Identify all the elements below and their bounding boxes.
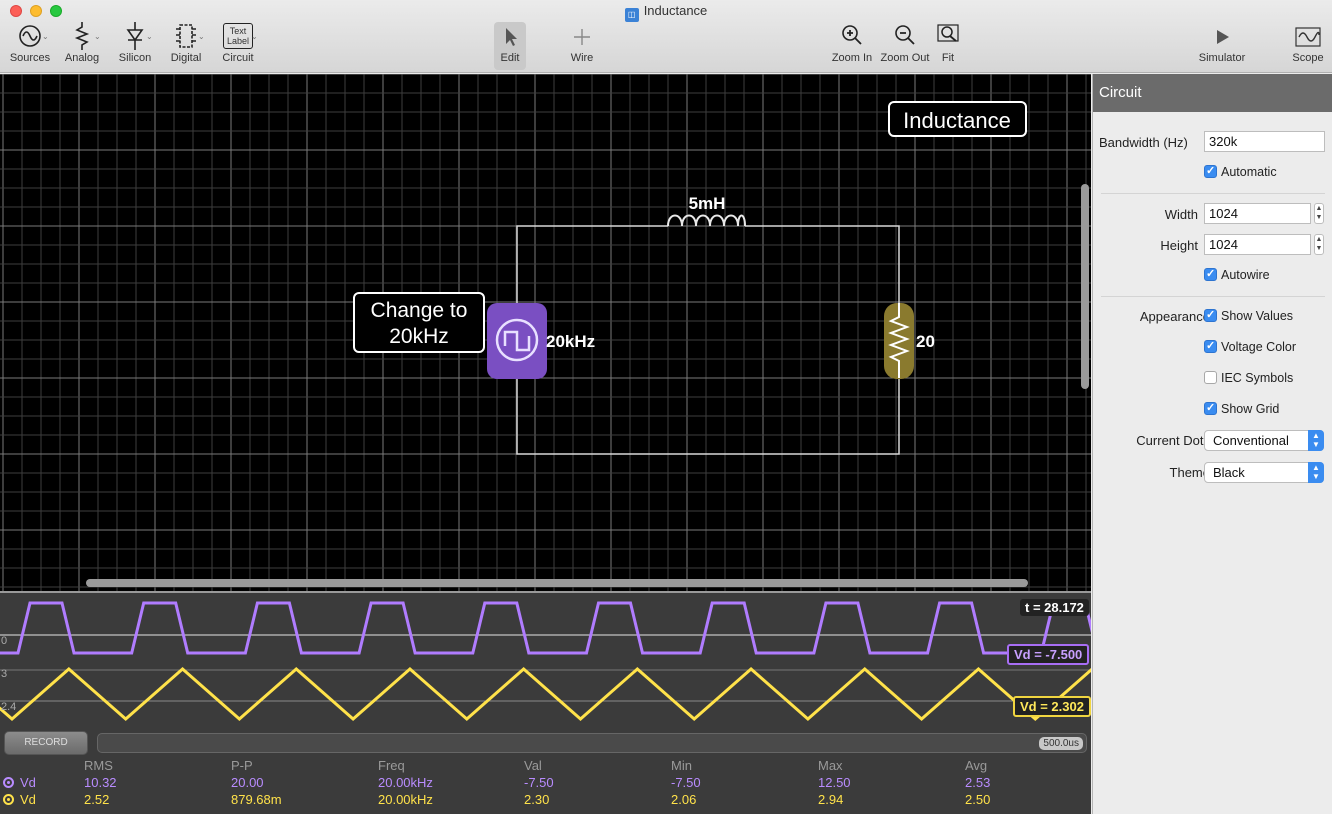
height-stepper[interactable]: ▲ ▼ [1314,234,1324,255]
note-label-line2: 20kHz [389,325,449,348]
scope-wave-icon [1295,27,1321,47]
show-values-checkbox[interactable]: Show Values [1204,308,1293,323]
checkbox-checked-icon [1204,401,1217,415]
iec-symbols-checkbox[interactable]: IEC Symbols [1204,371,1293,385]
theme-select[interactable]: Black ▲ ▼ [1204,462,1324,483]
width-stepper[interactable]: ▲ ▼ [1314,203,1324,224]
separator [1101,193,1325,194]
note-label-line1: Change to [371,299,468,322]
text-label-icon: Text Label [223,23,253,49]
edit-tool-button[interactable]: Edit [494,22,526,70]
current-dots-label: Current Dots [1136,433,1210,448]
separator [1101,296,1325,297]
vertical-scrollbar[interactable] [1081,184,1089,389]
simulator-button[interactable]: Simulator [1196,22,1248,70]
current-dots-select[interactable]: Conventional ▲ ▼ [1204,430,1324,451]
title-label: Inductance [903,108,1011,133]
digital-button[interactable]: Digital ⌄ [166,22,206,70]
scope-button[interactable]: Scope [1290,22,1326,70]
width-field[interactable]: 1024 [1204,203,1311,224]
voltage-color-checkbox[interactable]: Voltage Color [1204,339,1296,354]
axis-label-three: 3 [1,668,8,680]
circuit-button[interactable]: Text Label Circuit ⌄ [216,22,260,70]
timeline-scrubber[interactable]: 500.0us [97,733,1087,753]
zoom-in-button[interactable]: Zoom In [830,22,874,70]
checkbox-unchecked-icon [1204,371,1217,384]
document-icon: ◫ [624,8,639,22]
bandwidth-label: Bandwidth (Hz) [1099,135,1188,150]
scope-panel: 0 3 2.4 t = 28.172 Vd = -7.500 Vd = 2.30… [0,591,1091,814]
zoom-out-icon [895,25,915,45]
timescale-chip[interactable]: 500.0us [1039,737,1083,750]
zoom-in-icon [842,25,862,45]
time-badge: t = 28.172 [1020,599,1089,616]
toolbar: ◫ Inductance Sources ⌄ Analog ⌄ Silicon ⌄… [0,0,1332,73]
measurement-row-trace1[interactable]: Vd 10.32 20.00 20.00kHz -7.50 -7.50 12.5… [0,775,1091,792]
theme-label: Theme [1169,465,1210,480]
appearance-label: Appearance [1139,309,1210,324]
bandwidth-field[interactable]: 320k [1204,131,1325,152]
chevron-down-icon: ⌄ [94,32,101,41]
height-label: Height [1160,238,1198,253]
wire-tool-button[interactable]: Wire [566,22,598,70]
chevron-down-icon: ⌄ [42,32,49,41]
fit-button[interactable]: Fit [934,22,962,70]
select-arrows-icon: ▲ ▼ [1308,462,1324,483]
trace2-radio-icon[interactable] [3,794,14,805]
play-icon [1217,30,1229,44]
width-label: Width [1164,207,1198,222]
circuit-drawing: 5mH 20kHz 20 Inductance Change to 20kHz [0,74,1091,591]
chevron-down-icon: ⌄ [198,32,205,41]
select-arrows-icon: ▲ ▼ [1308,430,1324,451]
checkbox-checked-icon [1204,267,1217,281]
sources-button[interactable]: Sources ⌄ [8,22,52,70]
automatic-checkbox[interactable]: Automatic [1204,164,1277,179]
checkbox-checked-icon [1204,308,1217,322]
axis-label-two-four: 2.4 [1,701,17,713]
inspector-header: Circuit [1093,74,1332,112]
sine-source-icon [19,25,41,47]
trace1-waveform [0,601,1091,655]
inductor-value: 5mH [689,194,726,213]
record-button[interactable]: RECORD [4,731,88,755]
fit-magnifier-icon [937,24,959,42]
crosshair-icon [574,29,590,45]
scope-traces [0,601,1091,721]
zoom-out-button[interactable]: Zoom Out [878,22,932,70]
height-field[interactable]: 1024 [1204,234,1311,255]
chip-icon [176,24,196,48]
resistor-icon [74,22,90,50]
inspector-panel: Circuit Bandwidth (Hz) 320k Automatic Wi… [1092,74,1332,814]
autowire-checkbox[interactable]: Autowire [1204,267,1270,282]
app-window: ◫ Inductance Sources ⌄ Analog ⌄ Silicon ⌄… [0,0,1332,814]
checkbox-checked-icon [1204,339,1217,353]
diode-icon [126,22,144,50]
chevron-down-icon: ⌄ [251,32,258,41]
source-value: 20kHz [546,332,595,351]
trace2-value-badge: Vd = 2.302 [1013,696,1091,717]
show-grid-checkbox[interactable]: Show Grid [1204,401,1279,416]
axis-label-zero: 0 [1,635,8,647]
trace1-radio-icon[interactable] [3,777,14,788]
circuit-canvas[interactable]: 5mH 20kHz 20 Inductance Change to 20kHz [0,74,1091,591]
measurement-row-trace2[interactable]: Vd 2.52 879.68m 20.00kHz 2.30 2.06 2.94 … [0,792,1091,809]
trace1-value-badge: Vd = -7.500 [1007,644,1090,665]
cursor-arrow-icon [506,28,517,46]
resistor-value: 20 [916,332,935,351]
window-title: ◫ Inductance [0,3,1332,22]
checkbox-checked-icon [1204,164,1217,178]
measurement-header: RMS P-P Freq Val Min Max Avg [84,758,988,773]
horizontal-scrollbar[interactable] [86,579,1028,587]
silicon-button[interactable]: Silicon ⌄ [114,22,156,70]
analog-button[interactable]: Analog ⌄ [62,22,102,70]
trace2-waveform [0,667,1091,721]
chevron-down-icon: ⌄ [146,32,153,41]
